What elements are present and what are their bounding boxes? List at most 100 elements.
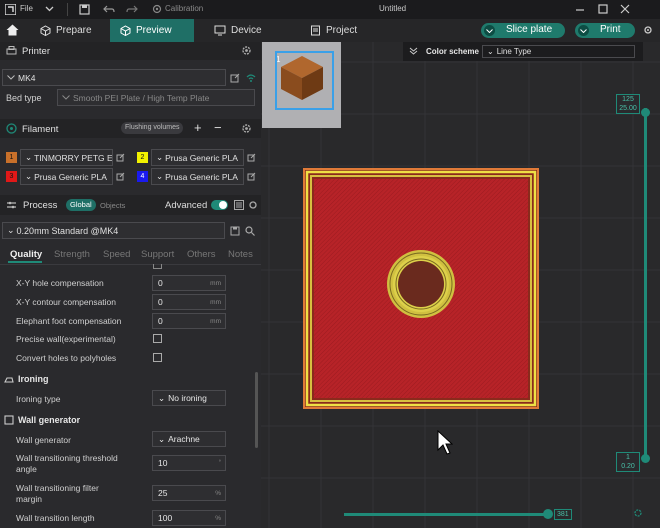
settings-icon[interactable] <box>248 200 258 210</box>
tab-notes[interactable]: Notes <box>228 249 253 260</box>
clipped-checkbox[interactable] <box>153 264 162 269</box>
add-filament-button[interactable]: + <box>194 120 202 135</box>
slice-plate-button[interactable]: Slice plate <box>481 23 565 38</box>
settings-icon[interactable] <box>643 25 653 35</box>
bed-type-select[interactable]: Smooth PEI Plate / High Temp Plate <box>57 89 255 106</box>
calibration-menu[interactable]: Calibration <box>165 4 203 13</box>
xy-contour-value: 0 <box>158 297 163 307</box>
filament-spool-icon <box>6 123 17 134</box>
unit: mm <box>210 298 221 306</box>
color-scheme-select[interactable]: ⌄ Line Type <box>482 45 635 58</box>
global-toggle[interactable]: Global <box>66 199 96 211</box>
tab-speed[interactable]: Speed <box>103 249 130 260</box>
tab-preview[interactable]: Preview <box>110 19 194 42</box>
plate-thumbnail[interactable]: 1 <box>262 42 341 128</box>
gear-icon[interactable] <box>241 45 252 56</box>
ironing-type-label: Ironing type <box>16 394 61 404</box>
3d-viewport[interactable]: 1 Color scheme ⌄ Line Type 125 25.00 1 0.… <box>261 42 660 528</box>
close-icon[interactable] <box>620 4 630 14</box>
move-slider-track[interactable] <box>344 513 549 516</box>
app-logo-icon <box>5 4 16 15</box>
color-scheme-bar: Color scheme ⌄ Line Type <box>403 42 643 61</box>
tab-quality[interactable]: Quality <box>10 249 42 260</box>
edit-icon[interactable] <box>230 73 240 83</box>
ironing-type-select[interactable]: ⌄ No ironing <box>152 390 226 406</box>
wall-transition-angle-input[interactable]: 10 ° <box>152 455 226 471</box>
compare-icon[interactable] <box>234 200 244 210</box>
filament-color-swatch[interactable]: 4 <box>137 171 148 182</box>
edit-icon[interactable] <box>247 172 256 181</box>
unit: mm <box>210 317 221 325</box>
filament-select-4[interactable]: ⌄ Prusa Generic PLA <box>151 168 244 185</box>
search-icon[interactable] <box>245 226 255 236</box>
flushing-volumes-button[interactable]: Flushing volumes <box>121 122 184 134</box>
wall-transition-length-input[interactable]: 100% <box>152 510 226 526</box>
elephant-foot-value: 0 <box>158 316 163 326</box>
objects-toggle[interactable]: Objects <box>100 201 125 210</box>
filament-color-swatch[interactable]: 2 <box>137 152 148 163</box>
tab-project-label: Project <box>326 25 358 36</box>
filament-color-swatch[interactable]: 3 <box>6 171 17 182</box>
filament-select-3[interactable]: ⌄ Prusa Generic PLA <box>20 168 113 185</box>
edit-icon[interactable] <box>247 153 256 162</box>
xy-hole-input[interactable]: 0 mm <box>152 275 226 291</box>
mouse-cursor-icon <box>437 430 453 455</box>
redo-icon[interactable] <box>126 4 138 14</box>
elephant-foot-input[interactable]: 0 mm <box>152 313 226 329</box>
settings-icon[interactable] <box>633 508 643 518</box>
layer-bottom-handle[interactable] <box>641 454 650 463</box>
advanced-switch[interactable] <box>211 200 228 210</box>
ironing-section-title: Ironing <box>18 374 49 384</box>
wall-generator-select[interactable]: ⌄ Arachne <box>152 431 226 447</box>
wall-generator-section-title: Wall generator <box>18 415 81 425</box>
filament-select-1[interactable]: ⌄ TINMORRY PETG E... <box>20 149 113 166</box>
gear-icon[interactable] <box>241 123 252 134</box>
process-preset-select[interactable]: ⌄ 0.20mm Standard @MK4 <box>2 222 225 239</box>
save-icon[interactable] <box>79 4 90 15</box>
move-slider-handle[interactable] <box>543 509 553 519</box>
ironing-type-value: No ironing <box>168 393 207 403</box>
save-icon[interactable] <box>230 226 240 236</box>
tab-prepare[interactable]: Prepare <box>30 19 110 42</box>
tab-project[interactable]: Project <box>300 19 380 42</box>
xy-contour-label: X-Y contour compensation <box>16 297 117 307</box>
layer-bottom-number: 1 <box>626 454 630 461</box>
remove-filament-button[interactable]: − <box>214 120 222 135</box>
xy-hole-value: 0 <box>158 278 163 288</box>
process-preset-value: 0.20mm Standard @MK4 <box>16 225 119 236</box>
wall-transition-filter-label-cont: margin <box>16 494 42 504</box>
maximize-icon[interactable] <box>598 4 608 14</box>
sidebar-scrollbar[interactable] <box>255 372 258 448</box>
tab-others[interactable]: Others <box>187 249 216 260</box>
elephant-foot-label: Elephant foot compensation <box>16 316 122 326</box>
tab-strength[interactable]: Strength <box>54 249 90 260</box>
tab-device[interactable]: Device <box>204 19 284 42</box>
project-icon <box>311 25 320 36</box>
process-header-label: Process <box>23 200 58 211</box>
xy-contour-input[interactable]: 0 mm <box>152 294 226 310</box>
undo-icon[interactable] <box>103 4 115 14</box>
file-menu[interactable]: File <box>20 4 33 13</box>
layer-slider-track[interactable] <box>644 108 647 458</box>
minimize-icon[interactable] <box>575 4 585 14</box>
wifi-icon[interactable] <box>246 73 256 83</box>
edit-icon[interactable] <box>116 172 125 181</box>
window-title: Untitled <box>379 4 407 13</box>
convert-holes-checkbox[interactable] <box>153 353 162 362</box>
sliced-model-preview[interactable] <box>303 168 539 409</box>
home-icon[interactable] <box>6 24 19 36</box>
chevron-down-icon[interactable] <box>45 6 54 12</box>
printer-select[interactable]: MK4 <box>2 69 226 86</box>
filament-select-2[interactable]: ⌄ Prusa Generic PLA <box>151 149 244 166</box>
unit: mm <box>210 279 221 287</box>
calibration-icon[interactable] <box>152 4 162 14</box>
collapse-chevrons-icon[interactable] <box>409 47 418 55</box>
wall-transition-filter-input[interactable]: 25% <box>152 485 226 501</box>
precise-wall-checkbox[interactable] <box>153 334 162 343</box>
layer-top-handle[interactable] <box>641 108 650 117</box>
wall-transition-length-label: Wall transition length <box>16 513 95 523</box>
print-button[interactable]: Print <box>575 23 635 38</box>
tab-support[interactable]: Support <box>141 249 174 260</box>
filament-color-swatch[interactable]: 1 <box>6 152 17 163</box>
edit-icon[interactable] <box>116 153 125 162</box>
